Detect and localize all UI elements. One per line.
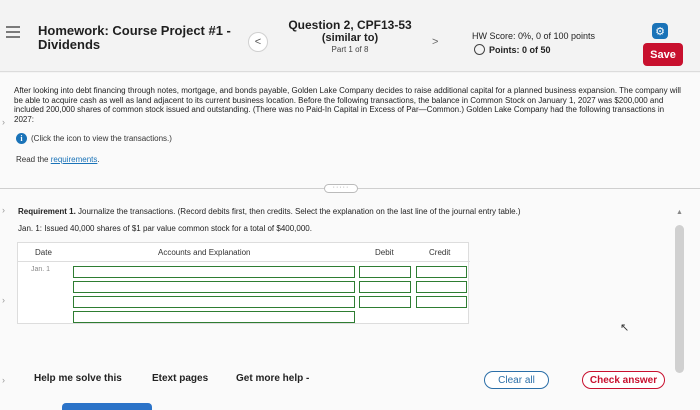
points-text: Points: 0 of 50 (489, 44, 551, 55)
scrollbar[interactable] (675, 225, 684, 373)
header-rule (18, 261, 470, 262)
bottom-tab[interactable] (62, 403, 152, 410)
more-help-link[interactable]: Get more help - (236, 373, 309, 384)
gear-icon[interactable]: ⚙ (652, 23, 668, 39)
info-icon[interactable]: i (16, 133, 27, 144)
previous-question-button[interactable]: < (248, 32, 268, 52)
clear-all-button[interactable]: Clear all (484, 371, 549, 389)
credit-input-1[interactable] (416, 266, 467, 278)
cursor-icon: ↖ (620, 322, 630, 334)
save-button[interactable]: Save (643, 43, 683, 66)
header: Homework: Course Project #1 - Dividends … (0, 0, 700, 72)
date-value: Jan. 1 (31, 266, 51, 273)
side-arrow-icon[interactable]: › (2, 295, 5, 305)
transactions-info: i (Click the icon to view the transactio… (16, 133, 172, 144)
requirement-1: Requirement 1. Journalize the transactio… (18, 207, 520, 216)
col-debit: Debit (375, 248, 394, 257)
transaction-text: Jan. 1: Issued 40,000 shares of $1 par v… (18, 224, 312, 233)
account-input-1[interactable] (73, 266, 355, 278)
divider-handle[interactable]: ····· (324, 184, 358, 193)
read-requirements: Read the requirements. (16, 155, 100, 164)
question-similar: (similar to) (321, 32, 379, 44)
next-question-button[interactable]: > (432, 36, 438, 48)
requirements-link[interactable]: requirements (51, 155, 98, 164)
account-input-2[interactable] (73, 281, 355, 293)
scroll-up-icon[interactable]: ▲ (676, 209, 683, 216)
help-solve-link[interactable]: Help me solve this (34, 373, 122, 384)
read-prefix: Read the (16, 155, 51, 164)
requirement-text: Journalize the transactions. (Record deb… (75, 207, 521, 216)
col-accounts: Accounts and Explanation (158, 248, 251, 257)
requirement-label: Requirement 1. (18, 207, 76, 216)
explanation-input[interactable] (73, 311, 355, 323)
homework-title: Homework: Course Project #1 - Dividends (38, 24, 231, 52)
question-content: › After looking into debt financing thro… (0, 73, 700, 410)
question-title: Question 2, CPF13-53 (similar to) Part 1… (280, 19, 420, 55)
footer-arrow-icon[interactable]: › (2, 375, 5, 385)
collapse-arrow-icon[interactable]: › (2, 117, 5, 127)
journal-table: Date Accounts and Explanation Debit Cred… (17, 242, 470, 324)
col-date: Date (35, 248, 52, 257)
footer-bar: › Help me solve this Etext pages Get mor… (0, 363, 700, 410)
points-ring-icon (474, 44, 485, 55)
credit-input-2[interactable] (416, 281, 467, 293)
hw-score: HW Score: 0%, 0 of 100 points (472, 31, 596, 41)
col-credit: Credit (429, 248, 451, 257)
homework-title-line1: Homework: Course Project #1 - (38, 23, 231, 38)
check-answer-button[interactable]: Check answer (582, 371, 665, 389)
info-text: (Click the icon to view the transactions… (31, 134, 172, 143)
homework-title-line2: Dividends (38, 37, 101, 52)
credit-input-3[interactable] (416, 296, 467, 308)
points-status: Points: 0 of 50 (474, 44, 551, 55)
debit-input-1[interactable] (359, 266, 411, 278)
debit-input-2[interactable] (359, 281, 411, 293)
read-suffix: . (97, 155, 100, 164)
expand-arrow-icon[interactable]: › (2, 205, 5, 215)
menu-icon[interactable] (6, 26, 20, 41)
debit-input-3[interactable] (359, 296, 411, 308)
question-number: Question 2, CPF13-53 (288, 18, 412, 32)
account-input-3[interactable] (73, 296, 355, 308)
etext-link[interactable]: Etext pages (152, 373, 208, 384)
question-part: Part 1 of 8 (331, 45, 369, 54)
problem-paragraph: After looking into debt financing throug… (14, 86, 681, 124)
